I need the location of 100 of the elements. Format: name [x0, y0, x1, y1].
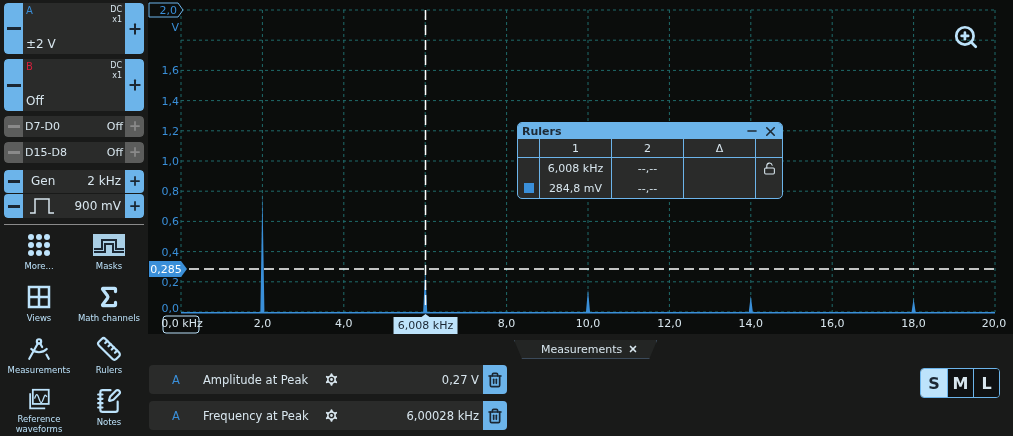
tool-button[interactable]: Reference waveforms — [4, 386, 74, 436]
table-cell: --,-- — [637, 161, 658, 175]
channel-range: ±2 V — [26, 37, 56, 52]
channel-name: A — [26, 5, 33, 16]
tool-button[interactable]: Masks — [74, 230, 144, 280]
decrease-button[interactable] — [4, 3, 23, 55]
scale-marker[interactable]: 2,0 — [148, 2, 184, 18]
tool-button[interactable]: Math channels — [74, 282, 144, 332]
generator-label: Gen — [31, 174, 56, 189]
grid-icon — [26, 284, 52, 310]
trash-icon — [487, 407, 503, 424]
axis-label-box[interactable]: 0,0 kHz — [161, 315, 203, 334]
measurement-channel: A — [171, 408, 181, 423]
measurement-value: 6,00028 kHz — [405, 408, 480, 423]
delete-button[interactable] — [483, 401, 507, 430]
unlocked-icon[interactable] — [762, 161, 776, 175]
ruler-icon — [96, 336, 122, 362]
notepad-icon — [96, 388, 122, 414]
increase-button[interactable] — [125, 169, 144, 194]
minus-icon — [6, 27, 21, 31]
axis-label: 10,0 — [575, 317, 601, 330]
decrease-button[interactable] — [4, 59, 23, 111]
minus-icon — [7, 204, 20, 208]
coupling-label: DC x1 — [110, 61, 122, 82]
axis-label: 1,6 — [161, 64, 179, 78]
zoom-icon[interactable] — [953, 24, 979, 50]
generator-amplitude: 900 mV — [74, 199, 121, 214]
channel-state: Off — [106, 119, 123, 133]
ruler-marker[interactable]: 6,008 kHz — [393, 314, 458, 334]
channel-name: D15-D8 — [25, 145, 67, 159]
axis-label: 2,0 — [253, 317, 272, 330]
channel-name: D7-D0 — [25, 119, 60, 133]
decrease-button[interactable] — [4, 194, 23, 218]
channel-state: Off — [106, 145, 123, 159]
settings-icon[interactable] — [323, 371, 340, 388]
measurement-name: Amplitude at Peak — [203, 372, 310, 387]
size-button[interactable]: M — [947, 369, 973, 397]
y-tick-label: 2,0 — [159, 4, 177, 17]
delete-button[interactable] — [483, 365, 507, 394]
axis-label: 14,0 — [738, 317, 764, 330]
ruler-line[interactable] — [188, 268, 996, 270]
axis-label: 1,0 — [161, 155, 179, 168]
plus-icon — [127, 119, 142, 134]
axis-label: 0,4 — [161, 245, 179, 259]
increase-button[interactable] — [125, 59, 144, 111]
axis-label: 20,0 — [981, 317, 1007, 330]
x-tick-label: 0,0 kHz — [161, 317, 203, 330]
settings-icon[interactable] — [323, 407, 340, 424]
channel-name: B — [26, 61, 33, 73]
axis-label: 1,2 — [161, 124, 179, 138]
measurement-channel: A — [171, 372, 181, 387]
column-header: Δ — [684, 139, 756, 158]
measurement-value: 0,27 V — [440, 372, 480, 387]
close-icon — [628, 344, 639, 354]
generator-frequency: 2 kHz — [87, 174, 121, 189]
plus-icon — [126, 20, 143, 37]
ref-line-label: 0,285 — [150, 262, 182, 276]
increase-button[interactable] — [125, 194, 144, 218]
column-header: 2 — [612, 139, 684, 158]
table-cell: 284,8 mV — [548, 181, 603, 195]
table-cell: 6,008 kHz — [547, 161, 604, 175]
minus-icon — [7, 179, 20, 183]
minus-icon — [6, 83, 21, 87]
axis-label: 8,0 — [497, 317, 516, 330]
axis-label: 16,0 — [819, 317, 845, 330]
table-cell: --,-- — [637, 181, 658, 195]
minus-icon — [7, 150, 20, 154]
tool-button[interactable]: Measurements — [4, 334, 74, 384]
channel-range: Off — [26, 93, 44, 108]
axis-label: 4,0 — [335, 317, 353, 330]
trash-icon — [487, 371, 503, 388]
ref-line-label: 6,008 kHz — [397, 319, 454, 332]
axis-unit: V — [171, 21, 179, 34]
ruler-line[interactable] — [424, 9, 427, 306]
axis-label: 12,0 — [657, 317, 682, 330]
minus-icon — [7, 124, 20, 128]
plus-icon — [127, 199, 142, 214]
size-button[interactable]: L — [973, 369, 999, 397]
square-wave-icon — [29, 197, 55, 216]
waveform-icon — [26, 388, 52, 411]
axis-label: 0,8 — [161, 185, 179, 199]
size-button[interactable]: S — [921, 369, 947, 397]
decrease-button[interactable] — [4, 169, 23, 194]
axis-label: 1,4 — [161, 94, 179, 108]
plus-icon — [127, 174, 142, 189]
axis-label: 0,2 — [161, 275, 179, 289]
axis-label: 0,6 — [161, 215, 179, 229]
measurement-name: Frequency at Peak — [203, 408, 310, 423]
tool-button[interactable]: Notes — [74, 386, 144, 436]
tool-button[interactable]: Rulers — [74, 334, 144, 384]
axis-label: 18,0 — [901, 317, 926, 330]
window-title: Rulers — [522, 124, 563, 138]
tool-button[interactable]: Views — [4, 282, 74, 332]
coupling-label: DC x1 — [110, 5, 122, 25]
plus-icon — [127, 145, 142, 160]
column-header: 1 — [540, 139, 612, 158]
measurements-tab[interactable]: Measurements — [514, 340, 658, 359]
increase-button[interactable] — [125, 3, 144, 55]
tool-button[interactable]: More... — [4, 230, 74, 280]
compass-icon — [26, 336, 52, 362]
